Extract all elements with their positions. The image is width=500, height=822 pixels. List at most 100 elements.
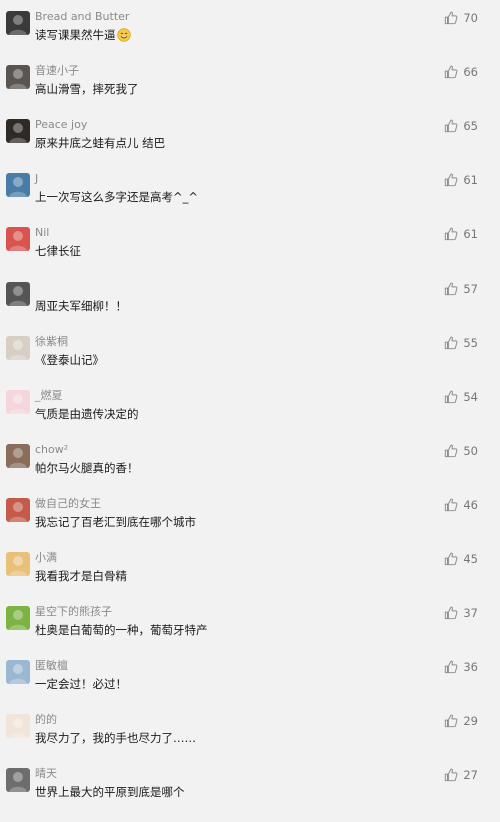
comment-text: 气质是由遗传决定的: [35, 405, 139, 423]
like-button[interactable]: 54: [444, 388, 478, 406]
smile-emoji: [116, 28, 131, 42]
thumbs-up-icon: [444, 390, 458, 404]
like-count: 50: [463, 444, 478, 458]
like-count: 29: [463, 714, 478, 728]
like-count: 61: [463, 227, 478, 241]
like-button[interactable]: 61: [444, 171, 478, 189]
comment-username[interactable]: 小满: [35, 550, 57, 566]
like-button[interactable]: 27: [444, 766, 478, 784]
like-button[interactable]: 57: [444, 280, 478, 298]
comment-text-content: 帕尔马火腿真的香！: [35, 461, 139, 475]
like-button[interactable]: 45: [444, 550, 478, 568]
comment-username[interactable]: Peace joy: [35, 117, 87, 133]
comment-item: _燃夏气质是由遗传决定的 54: [0, 388, 500, 444]
avatar[interactable]: [6, 768, 30, 792]
comment-text-content: 《登泰山记》: [35, 353, 104, 367]
avatar[interactable]: [6, 119, 30, 143]
comment-username[interactable]: 晴天: [35, 766, 57, 782]
avatar[interactable]: [6, 552, 30, 576]
thumbs-up-icon: [444, 660, 458, 674]
comment-username[interactable]: 的的: [35, 712, 57, 728]
comment-text: 杜奥是白葡萄的一种，葡萄牙特产: [35, 621, 208, 639]
avatar[interactable]: [6, 390, 30, 414]
comment-item: J 上一次写这么多字还是高考^_^ 61: [0, 171, 500, 227]
comment-list: Bread and Butter 读写课果然牛逼 70 音速小子高山滑雪，摔死我了 66…: [0, 0, 500, 807]
like-count: 27: [463, 768, 478, 782]
comment-text-content: 七律长征: [35, 244, 81, 258]
comment-text-content: 周亚夫军细柳！！: [35, 299, 127, 313]
like-button[interactable]: 37: [444, 604, 478, 622]
comment-text: 《登泰山记》: [35, 351, 104, 369]
avatar[interactable]: [6, 714, 30, 738]
like-button[interactable]: 36: [444, 658, 478, 676]
comment-text: 我尽力了，我的手也尽力了……: [35, 729, 196, 747]
like-count: 54: [463, 390, 478, 404]
comment-text-content: 我看我才是白骨精: [35, 569, 127, 583]
thumbs-up-icon: [444, 65, 458, 79]
comment-text: 我看我才是白骨精: [35, 567, 127, 585]
comment-item: Bread and Butter 读写课果然牛逼 70: [0, 9, 500, 65]
comment-item: 晴天 世界上最大的平原到底是哪个 27: [0, 766, 500, 822]
comment-item: Peace joy 原来井底之蛙有点儿 结巴 65: [0, 117, 500, 173]
comment-text-content: 我忘记了百老汇到底在哪个城市: [35, 515, 196, 529]
like-count: 70: [463, 11, 478, 25]
thumbs-up-icon: [444, 173, 458, 187]
comment-username[interactable]: J: [35, 171, 38, 187]
comment-item: 小满我看我才是白骨精 45: [0, 550, 500, 606]
thumbs-up-icon: [444, 119, 458, 133]
comment-text-content: 我尽力了，我的手也尽力了……: [35, 731, 196, 745]
comment-username[interactable]: Nil: [35, 225, 49, 241]
thumbs-up-icon: [444, 552, 458, 566]
like-count: 45: [463, 552, 478, 566]
comment-text-content: 气质是由遗传决定的: [35, 407, 139, 421]
comment-username[interactable]: 星空下的熊孩子: [35, 604, 112, 620]
comment-item: 匿敏檀 一定会过！必过！ 36: [0, 658, 500, 714]
comment-text: 我忘记了百老汇到底在哪个城市: [35, 513, 196, 531]
avatar[interactable]: [6, 336, 30, 360]
thumbs-up-icon: [444, 227, 458, 241]
comment-text: 周亚夫军细柳！！: [35, 297, 127, 315]
comment-item: 做自己的女王我忘记了百老汇到底在哪个城市 46: [0, 496, 500, 552]
comment-item: 音速小子高山滑雪，摔死我了 66: [0, 63, 500, 119]
like-button[interactable]: 65: [444, 117, 478, 135]
comment-username[interactable]: 音速小子: [35, 63, 79, 79]
comment-item: 周亚夫军细柳！！ 57: [0, 282, 500, 336]
comment-username[interactable]: chow²: [35, 442, 68, 458]
like-count: 57: [463, 282, 478, 296]
avatar[interactable]: [6, 173, 30, 197]
comment-username[interactable]: _燃夏: [35, 388, 63, 404]
like-button[interactable]: 50: [444, 442, 478, 460]
like-button[interactable]: 55: [444, 334, 478, 352]
like-count: 37: [463, 606, 478, 620]
comment-username[interactable]: 徐紫桐: [35, 334, 68, 350]
comment-username[interactable]: 做自己的女王: [35, 496, 101, 512]
thumbs-up-icon: [444, 714, 458, 728]
comment-text: 帕尔马火腿真的香！: [35, 459, 139, 477]
comment-text: 原来井底之蛙有点儿 结巴: [35, 134, 165, 152]
comment-text-content: 读写课果然牛逼: [35, 28, 116, 42]
like-button[interactable]: 29: [444, 712, 478, 730]
avatar[interactable]: [6, 65, 30, 89]
avatar[interactable]: [6, 282, 30, 306]
avatar[interactable]: [6, 606, 30, 630]
comment-text: 读写课果然牛逼: [35, 26, 131, 44]
avatar[interactable]: [6, 11, 30, 35]
like-button[interactable]: 46: [444, 496, 478, 514]
comment-text-content: 高山滑雪，摔死我了: [35, 82, 139, 96]
comment-username[interactable]: Bread and Butter: [35, 9, 129, 25]
comment-username[interactable]: 匿敏檀: [35, 658, 68, 674]
like-button[interactable]: 70: [444, 9, 478, 27]
avatar[interactable]: [6, 660, 30, 684]
like-button[interactable]: 66: [444, 63, 478, 81]
avatar[interactable]: [6, 498, 30, 522]
thumbs-up-icon: [444, 11, 458, 25]
like-button[interactable]: 61: [444, 225, 478, 243]
comment-item: 的的我尽力了，我的手也尽力了…… 29: [0, 712, 500, 768]
thumbs-up-icon: [444, 606, 458, 620]
avatar[interactable]: [6, 227, 30, 251]
like-count: 36: [463, 660, 478, 674]
avatar[interactable]: [6, 444, 30, 468]
thumbs-up-icon: [444, 282, 458, 296]
like-count: 55: [463, 336, 478, 350]
like-count: 65: [463, 119, 478, 133]
